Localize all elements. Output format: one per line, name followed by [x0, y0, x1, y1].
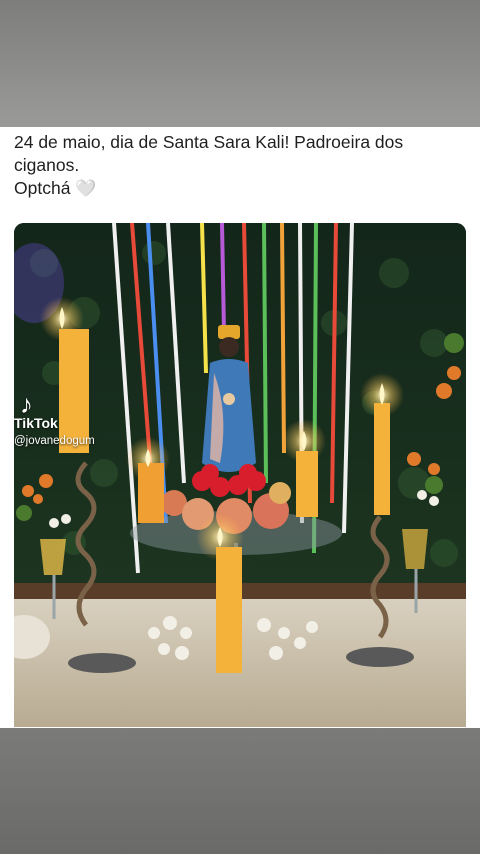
- post-caption: 24 de maio, dia de Santa Sara Kali! Padr…: [14, 131, 464, 200]
- caption-line: 24 de maio, dia de Santa Sara Kali! Padr…: [14, 132, 404, 152]
- holder-base: [68, 653, 136, 673]
- post-image[interactable]: ♪ TikTok @jovanedogum: [14, 223, 466, 727]
- tiktok-brand: TikTok: [14, 415, 58, 431]
- status-area: [0, 0, 480, 127]
- white-heart-icon: 🤍: [75, 179, 97, 198]
- caption-line: ciganos.: [14, 155, 80, 175]
- altar-photo: [14, 223, 466, 727]
- bottom-area: [0, 728, 480, 854]
- tiktok-logo-icon: ♪: [20, 389, 33, 419]
- caption-line: Optchá 🤍: [14, 177, 464, 200]
- holder-base: [346, 647, 414, 667]
- post-card: 24 de maio, dia de Santa Sara Kali! Padr…: [0, 127, 480, 728]
- caption-text: Optchá: [14, 178, 71, 198]
- tiktok-handle: @jovanedogum: [14, 435, 95, 447]
- tiktok-watermark: ♪ TikTok @jovanedogum: [14, 391, 134, 447]
